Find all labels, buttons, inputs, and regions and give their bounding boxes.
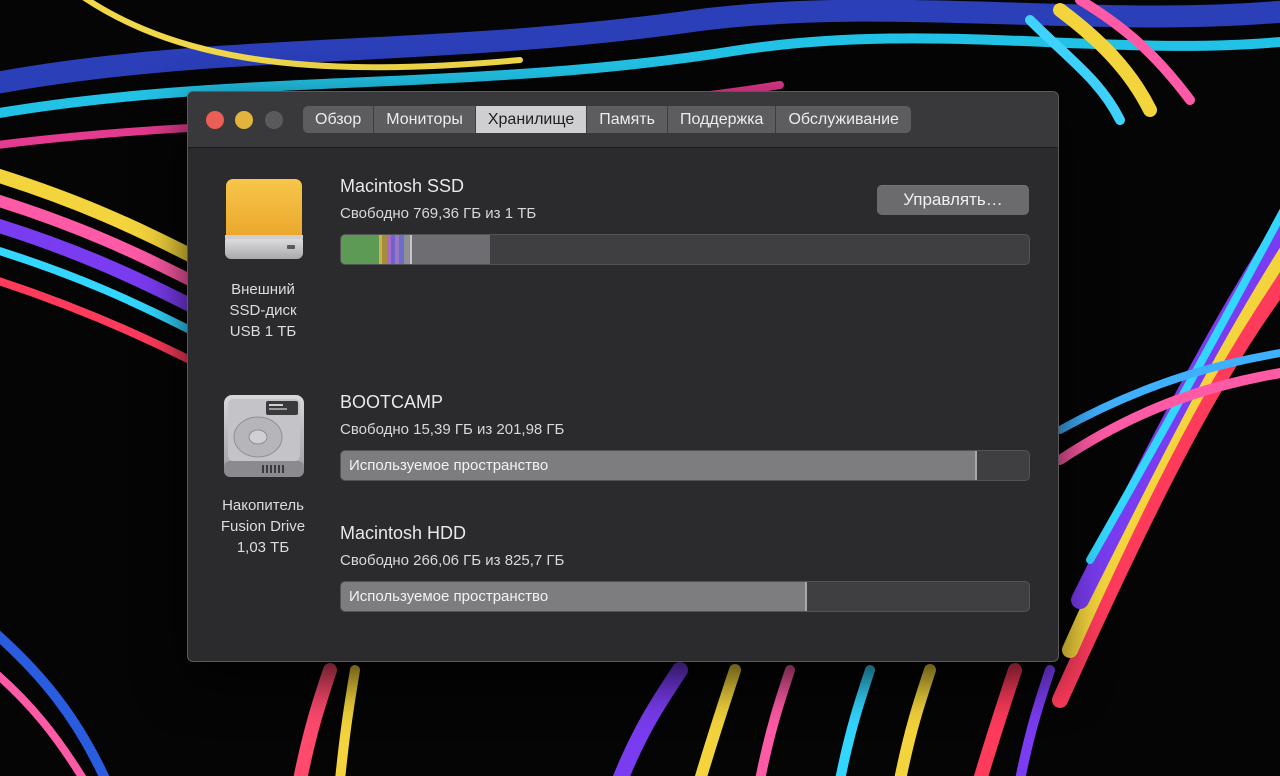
storage-bar-hdd: Используемое пространство bbox=[340, 581, 1030, 612]
zoom-button[interactable] bbox=[265, 111, 283, 129]
external-ssd-icon bbox=[225, 179, 303, 259]
volume-free-space: Свободно 769,36 ГБ из 1 ТБ bbox=[340, 205, 537, 222]
volume-name: Macintosh SSD bbox=[340, 176, 465, 196]
tab-displays[interactable]: Мониторы bbox=[374, 106, 476, 133]
tab-support[interactable]: Поддержка bbox=[668, 106, 777, 133]
used-space-label: Используемое пространство bbox=[349, 588, 549, 605]
hard-drive-icon bbox=[224, 395, 304, 477]
minimize-button[interactable] bbox=[235, 111, 253, 129]
storage-segment bbox=[341, 235, 379, 264]
volume-name: BOOTCAMP bbox=[340, 392, 444, 412]
window-titlebar: Обзор Мониторы Хранилище Память Поддержк… bbox=[188, 92, 1058, 148]
tab-service[interactable]: Обслуживание bbox=[776, 106, 910, 133]
used-space-label: Используемое пространство bbox=[349, 457, 549, 474]
storage-segment bbox=[411, 235, 491, 264]
storage-bar-bootcamp: Используемое пространство bbox=[340, 450, 1030, 481]
device-label-fusion: Накопитель Fusion Drive 1,03 ТБ bbox=[220, 497, 306, 556]
device-label-ssd: Внешний SSD-диск USB 1 ТБ bbox=[229, 281, 297, 340]
system-info-window: Обзор Мониторы Хранилище Память Поддержк… bbox=[187, 91, 1059, 662]
tab-bar: Обзор Мониторы Хранилище Память Поддержк… bbox=[303, 106, 911, 133]
storage-panel: Внешний SSD-диск USB 1 ТБ Macintosh SSD … bbox=[188, 149, 1058, 661]
close-button[interactable] bbox=[206, 111, 224, 129]
volume-name: Macintosh HDD bbox=[340, 523, 467, 543]
volume-free-space: Свободно 266,06 ГБ из 825,7 ГБ bbox=[340, 552, 565, 569]
tab-storage[interactable]: Хранилище bbox=[475, 106, 588, 133]
manage-button[interactable]: Управлять… bbox=[877, 185, 1029, 215]
volume-free-space: Свободно 15,39 ГБ из 201,98 ГБ bbox=[340, 421, 565, 438]
tab-overview[interactable]: Обзор bbox=[303, 106, 375, 133]
storage-bar-ssd bbox=[340, 234, 1030, 265]
tab-memory[interactable]: Память bbox=[587, 106, 668, 133]
